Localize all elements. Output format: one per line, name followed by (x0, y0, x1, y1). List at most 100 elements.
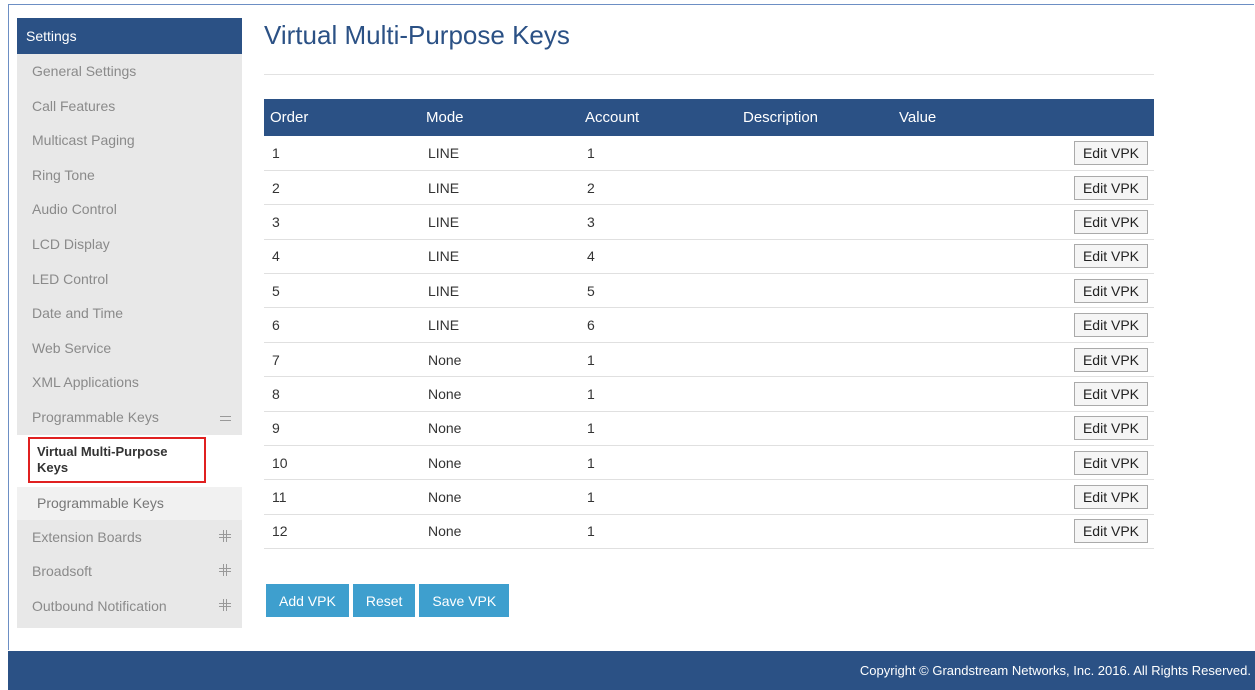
cell-order: 5 (264, 273, 420, 309)
sidebar-item-call-features[interactable]: Call Features (17, 89, 242, 124)
table-row: 9 None 1 Edit VPK (264, 411, 1154, 447)
cell-account: 1 (579, 411, 737, 447)
table-row: 6 LINE 6 Edit VPK (264, 307, 1154, 343)
cell-order: 11 (264, 479, 420, 515)
reset-button[interactable]: Reset (352, 584, 416, 617)
table-row: 10 None 1 Edit VPK (264, 445, 1154, 481)
cell-value (893, 411, 1048, 447)
cell-account: 1 (579, 445, 737, 481)
cell-account: 1 (579, 479, 737, 515)
vpk-table: Order Mode Account Description Value 1 LI… (264, 99, 1154, 550)
cell-value (893, 342, 1048, 378)
cell-description (737, 514, 893, 550)
column-header-mode: Mode (420, 99, 579, 136)
table-row: 3 LINE 3 Edit VPK (264, 204, 1154, 240)
edit-vpk-button[interactable]: Edit VPK (1073, 381, 1148, 406)
sidebar-item-led-control[interactable]: LED Control (17, 262, 242, 297)
cell-mode: None (420, 376, 579, 412)
cell-mode: None (420, 514, 579, 550)
cell-order: 8 (264, 376, 420, 412)
cell-account: 2 (579, 170, 737, 206)
cell-account: 1 (579, 514, 737, 550)
sidebar-item-outbound-notification[interactable]: Outbound Notification (17, 589, 242, 624)
cell-value (893, 273, 1048, 309)
edit-vpk-button[interactable]: Edit VPK (1073, 347, 1148, 372)
cell-value (893, 514, 1048, 550)
cell-order: 2 (264, 170, 420, 206)
sidebar-item-lcd-display[interactable]: LCD Display (17, 227, 242, 262)
cell-description (737, 239, 893, 275)
sidebar-item-xml-applications[interactable]: XML Applications (17, 365, 242, 400)
cell-description (737, 376, 893, 412)
sidebar-item-label: Programmable Keys (32, 408, 159, 425)
cell-account: 1 (579, 136, 737, 171)
cell-mode: None (420, 445, 579, 481)
cell-action: Edit VPK (1048, 307, 1154, 343)
sidebar-item-audio-control[interactable]: Audio Control (17, 192, 242, 227)
cell-description (737, 136, 893, 171)
sidebar-subitem-programmable-keys[interactable]: Programmable Keys (17, 486, 242, 520)
cell-account: 5 (579, 273, 737, 309)
cell-description (737, 342, 893, 378)
cell-value (893, 479, 1048, 515)
add-vpk-button[interactable]: Add VPK (266, 584, 349, 617)
expand-icon[interactable] (219, 598, 231, 611)
cell-account: 1 (579, 342, 737, 378)
edit-vpk-button[interactable]: Edit VPK (1073, 416, 1148, 441)
cell-action: Edit VPK (1048, 342, 1154, 378)
sidebar-item-label: Outbound Notification (32, 597, 167, 614)
edit-vpk-button[interactable]: Edit VPK (1073, 244, 1148, 269)
collapse-icon[interactable] (220, 415, 231, 421)
sidebar-item-multicast-paging[interactable]: Multicast Paging (17, 123, 242, 158)
cell-order: 3 (264, 204, 420, 240)
cell-action: Edit VPK (1048, 204, 1154, 240)
edit-vpk-button[interactable]: Edit VPK (1073, 485, 1148, 510)
cell-action: Edit VPK (1048, 479, 1154, 515)
cell-description (737, 204, 893, 240)
sidebar-item-programmable-keys[interactable]: Programmable Keys (17, 400, 242, 435)
sidebar-item-label: Extension Boards (32, 528, 142, 545)
edit-vpk-button[interactable]: Edit VPK (1073, 140, 1148, 165)
cell-description (737, 307, 893, 343)
page-title: Virtual Multi-Purpose Keys (264, 20, 570, 50)
edit-vpk-button[interactable]: Edit VPK (1073, 175, 1148, 200)
edit-vpk-button[interactable]: Edit VPK (1073, 278, 1148, 303)
cell-action: Edit VPK (1048, 239, 1154, 275)
sidebar-item-general-settings[interactable]: General Settings (17, 54, 242, 89)
title-divider (264, 74, 1154, 75)
sidebar-item-web-service[interactable]: Web Service (17, 331, 242, 366)
cell-account: 6 (579, 307, 737, 343)
cell-mode: None (420, 342, 579, 378)
cell-action: Edit VPK (1048, 514, 1154, 550)
column-header-description: Description (737, 99, 893, 136)
sidebar-item-date-and-time[interactable]: Date and Time (17, 296, 242, 331)
cell-value (893, 204, 1048, 240)
cell-mode: LINE (420, 170, 579, 206)
footer: Copyright © Grandstream Networks, Inc. 2… (8, 651, 1255, 690)
edit-vpk-button[interactable]: Edit VPK (1073, 519, 1148, 544)
cell-value (893, 445, 1048, 481)
table-row: 8 None 1 Edit VPK (264, 376, 1154, 412)
cell-order: 7 (264, 342, 420, 378)
cell-value (893, 376, 1048, 412)
sidebar-subitem-virtual-multi-purpose-keys[interactable]: Virtual Multi-Purpose Keys (17, 434, 242, 487)
edit-vpk-button[interactable]: Edit VPK (1073, 450, 1148, 475)
sidebar-item-extension-boards[interactable]: Extension Boards (17, 520, 242, 555)
sidebar-item-label: Broadsoft (32, 563, 92, 580)
cell-order: 10 (264, 445, 420, 481)
expand-icon[interactable] (219, 564, 231, 577)
edit-vpk-button[interactable]: Edit VPK (1073, 313, 1148, 338)
cell-value (893, 307, 1048, 343)
sidebar-item-broadsoft[interactable]: Broadsoft (17, 554, 242, 589)
cell-mode: LINE (420, 204, 579, 240)
cell-description (737, 170, 893, 206)
column-header-order: Order (264, 99, 420, 136)
cell-order: 4 (264, 239, 420, 275)
column-header-account: Account (579, 99, 737, 136)
edit-vpk-button[interactable]: Edit VPK (1073, 209, 1148, 234)
table-header-row: Order Mode Account Description Value (264, 99, 1154, 136)
expand-icon[interactable] (219, 529, 231, 542)
cell-order: 9 (264, 411, 420, 447)
sidebar-item-ring-tone[interactable]: Ring Tone (17, 158, 242, 193)
save-vpk-button[interactable]: Save VPK (419, 584, 510, 617)
